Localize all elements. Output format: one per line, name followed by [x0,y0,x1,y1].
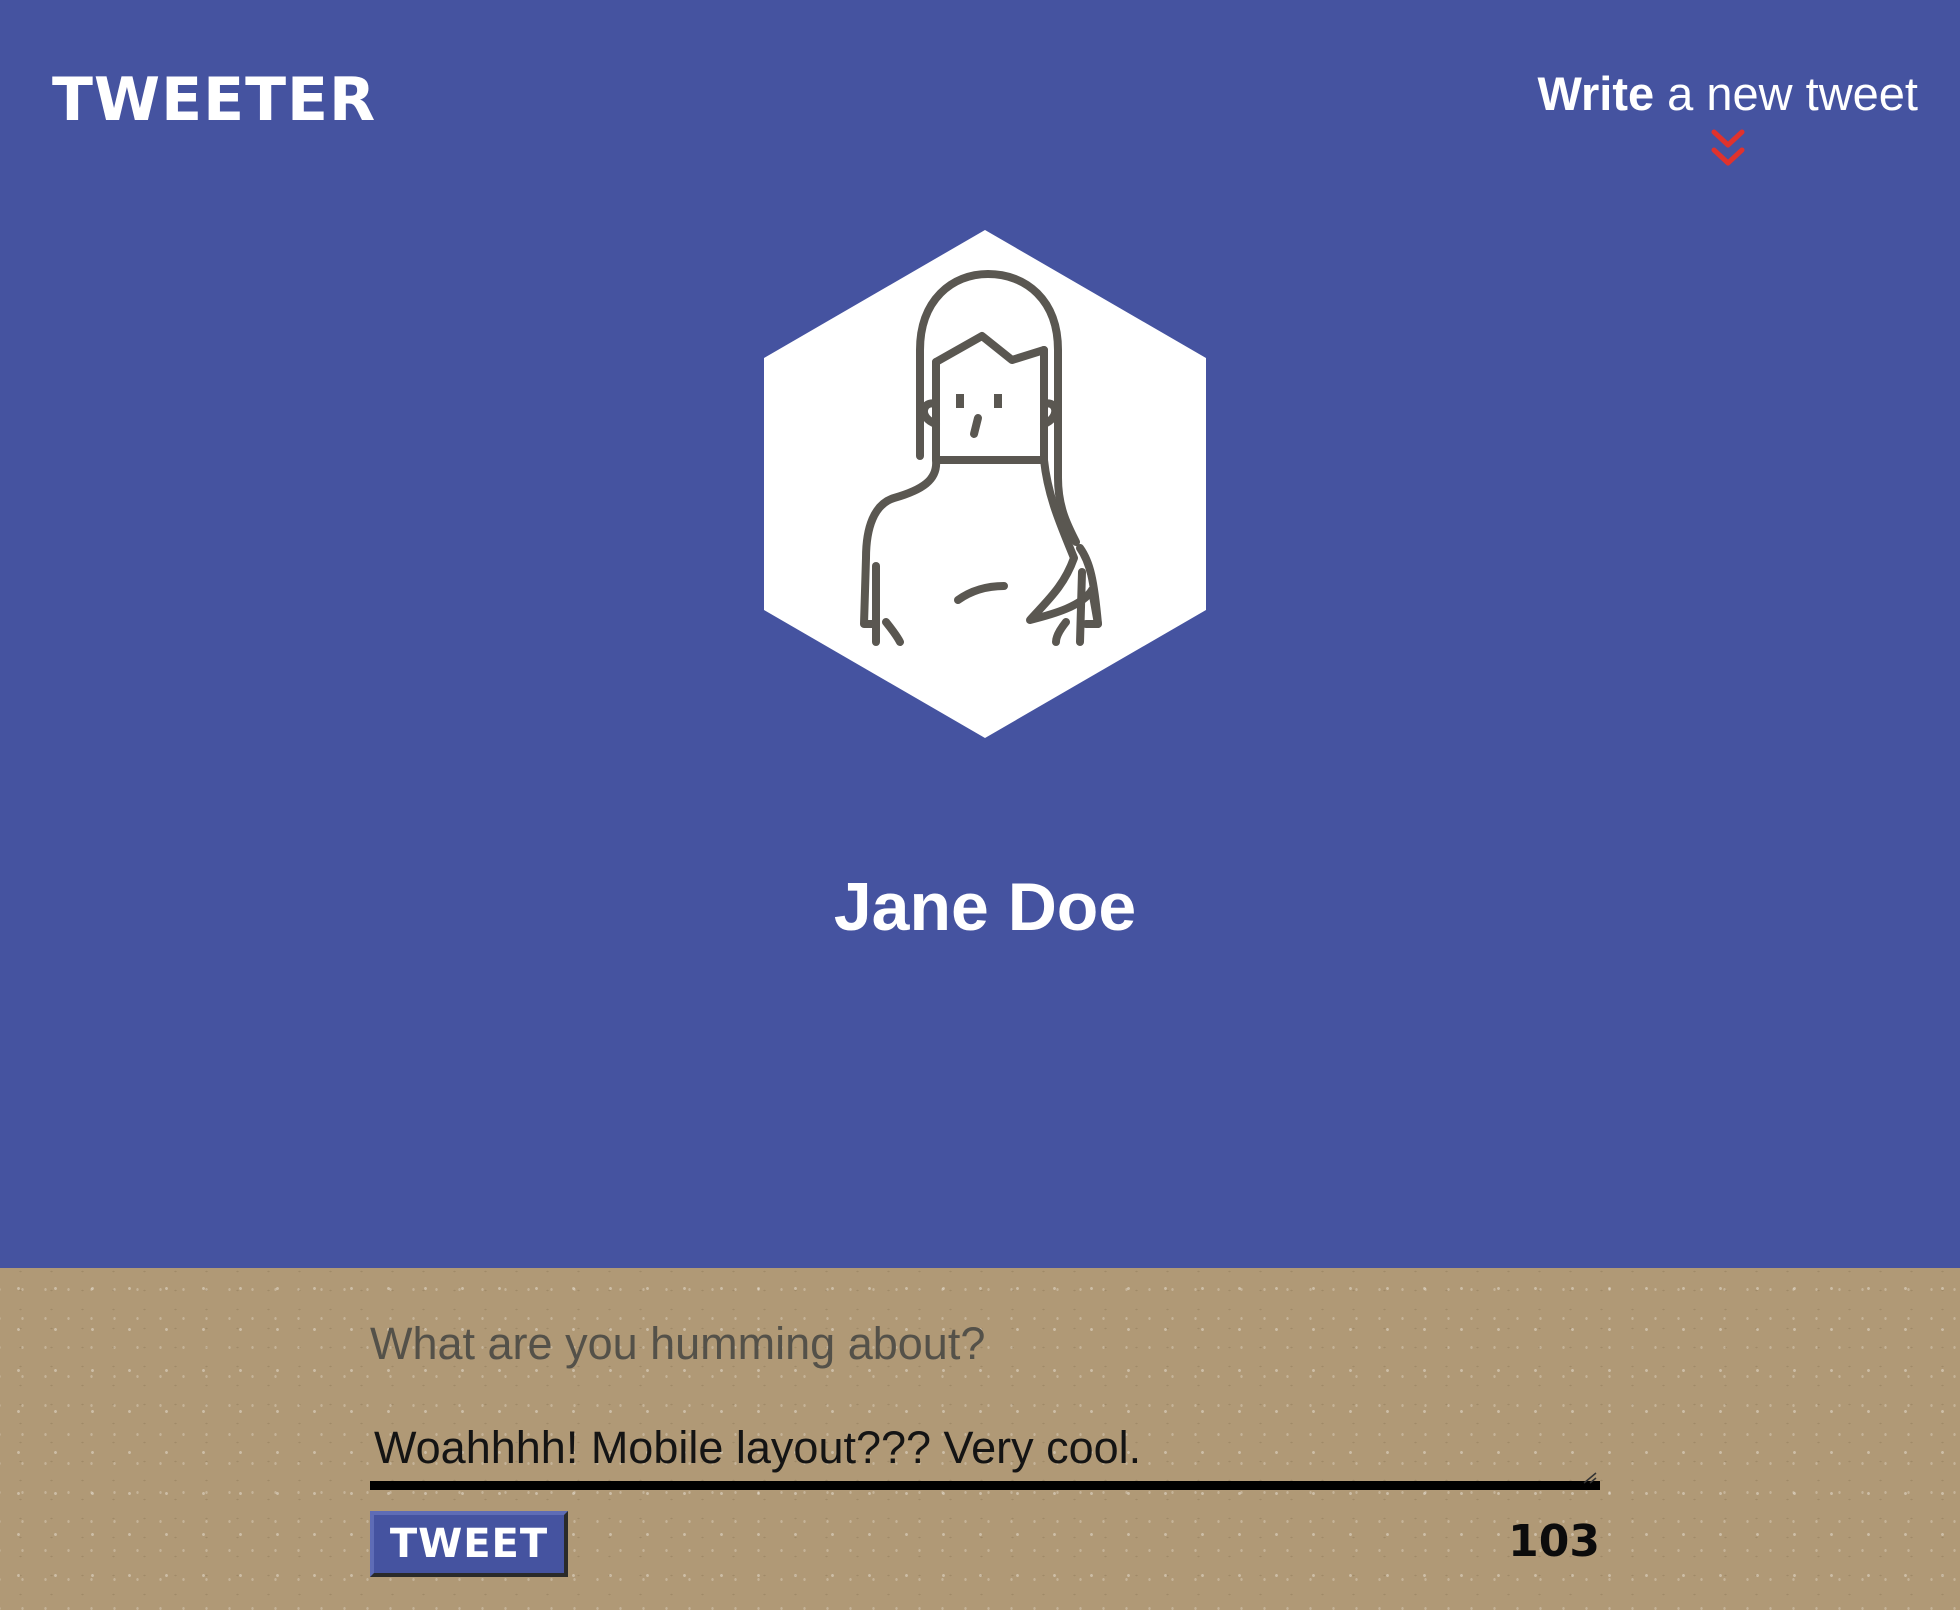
profile-header: TWEETER Write a new tweet Jane Doe [0,0,1960,1268]
tweet-prompt-label: What are you humming about? [370,1318,986,1369]
new-tweet-composer: What are you humming about? Woahhhh! Mob… [0,1268,1960,1610]
character-counter: 103 [1508,1516,1600,1567]
tweet-submit-button[interactable]: TWEET [370,1511,568,1577]
write-new-tweet-label[interactable]: Write a new tweet [1537,64,1918,124]
app-logo: TWEETER [52,65,377,135]
tweet-textarea[interactable]: Woahhhh! Mobile layout??? Very cool. [370,1418,1600,1490]
profile-name: Jane Doe [833,869,1137,945]
new-tweet-text[interactable]: a new tweet [1654,67,1918,120]
woman-avatar-icon [764,230,1206,738]
write-new-tweet-toggle[interactable]: Write a new tweet [1537,64,1918,172]
double-chevron-down-icon[interactable] [1706,128,1750,172]
write-word[interactable]: Write [1537,67,1654,120]
resize-grip-icon[interactable] [1582,1472,1598,1484]
